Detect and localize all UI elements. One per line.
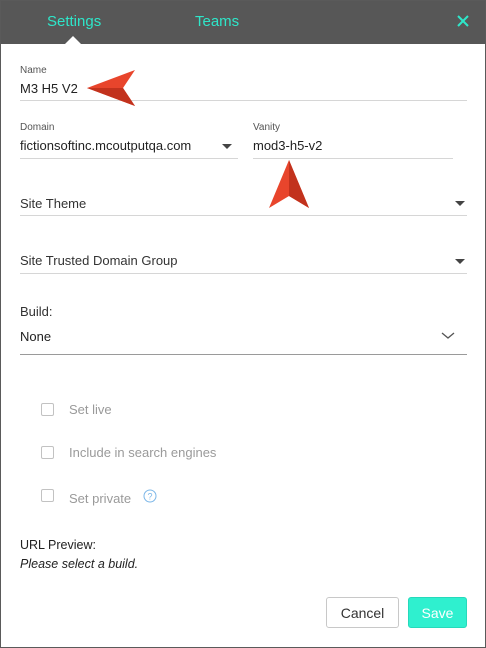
- save-button[interactable]: Save: [408, 597, 467, 628]
- site-theme-underline: [20, 215, 467, 216]
- set-private-checkbox[interactable]: [41, 489, 54, 502]
- site-trusted-domain-group-select[interactable]: Site Trusted Domain Group: [20, 253, 178, 268]
- url-preview-label: URL Preview:: [20, 538, 96, 552]
- set-live-checkbox[interactable]: [41, 403, 54, 416]
- set-live-label: Set live: [69, 402, 112, 417]
- build-underline: [20, 354, 467, 355]
- domain-dropdown-icon[interactable]: [222, 144, 232, 149]
- close-icon[interactable]: [455, 13, 471, 29]
- domain-label: Domain: [20, 122, 55, 133]
- build-select[interactable]: None: [20, 329, 51, 344]
- domain-underline: [20, 158, 238, 159]
- svg-text:?: ?: [147, 492, 152, 502]
- tab-teams[interactable]: Teams: [195, 13, 239, 30]
- site-theme-select[interactable]: Site Theme: [20, 196, 86, 211]
- tab-settings[interactable]: Settings: [47, 13, 101, 30]
- site-settings-dialog: Settings Teams Name M3 H5 V2 Domain fict…: [0, 0, 486, 648]
- include-in-search-engines-checkbox[interactable]: [41, 446, 54, 459]
- trusted-domain-dropdown-icon[interactable]: [455, 259, 465, 264]
- domain-select[interactable]: fictionsoftinc.mcoutputqa.com: [20, 138, 191, 153]
- vanity-input[interactable]: mod3-h5-v2: [253, 138, 322, 153]
- red-arrow-up-icon: [269, 160, 309, 208]
- site-theme-dropdown-icon[interactable]: [455, 201, 465, 206]
- name-input[interactable]: M3 H5 V2: [20, 81, 78, 96]
- vanity-label: Vanity: [253, 122, 281, 133]
- build-label: Build:: [20, 304, 53, 319]
- active-tab-indicator: [65, 36, 81, 44]
- cancel-button[interactable]: Cancel: [326, 597, 399, 628]
- chevron-down-icon[interactable]: [441, 332, 455, 340]
- red-arrow-left-icon: [87, 70, 135, 106]
- name-label: Name: [20, 65, 47, 76]
- url-preview-value: Please select a build.: [20, 557, 139, 571]
- include-in-search-engines-label: Include in search engines: [69, 445, 217, 460]
- help-icon[interactable]: ?: [143, 489, 157, 503]
- set-private-label: Set private: [69, 491, 132, 506]
- trusted-domain-underline: [20, 273, 467, 274]
- dialog-header: Settings Teams: [1, 1, 485, 44]
